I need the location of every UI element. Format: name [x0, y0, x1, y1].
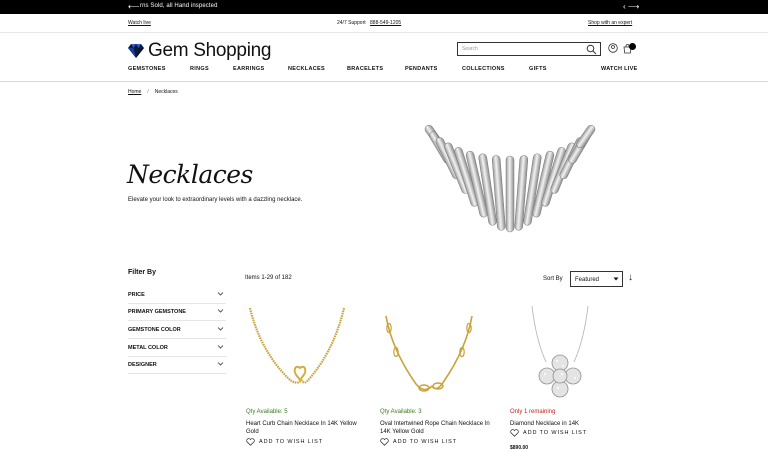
heart-icon [380, 438, 389, 446]
page-title: Necklaces [127, 160, 253, 189]
announcement-bar: ⟵ rns Sold, all Hand inspected ‹ ⟶ [0, 0, 768, 14]
chevron-down-icon [217, 345, 224, 349]
nav-earrings[interactable]: EARRINGS [233, 66, 264, 72]
prev-arrow-icon[interactable]: ⟵ [128, 2, 139, 11]
add-to-wishlist-button[interactable]: ADD TO WISH LIST [510, 429, 587, 437]
nav-gemstones[interactable]: GEMSTONES [128, 66, 166, 72]
heart-icon [510, 429, 519, 437]
filter-primary-gemstone[interactable]: PRIMARY GEMSTONE [128, 304, 226, 321]
utility-bar: Watch live 24/7 Support 888-549-1205 Sho… [0, 14, 768, 32]
chevron-down-icon [217, 309, 224, 313]
nav-collections[interactable]: COLLECTIONS [462, 66, 505, 72]
dropdown-arrow-icon [613, 277, 619, 281]
filter-metal-color[interactable]: METAL COLOR [128, 340, 226, 357]
sort-direction-icon[interactable]: ↓ [628, 272, 633, 284]
add-to-wishlist-button[interactable]: ADD TO WISH LIST [246, 438, 323, 446]
necklace-spike [505, 155, 515, 233]
search-placeholder: Search [462, 46, 478, 52]
breadcrumb: Home / Necklaces [128, 89, 178, 95]
product-price: $890.00 [510, 445, 529, 451]
chevron-down-icon [217, 292, 224, 296]
product-image[interactable] [510, 300, 630, 404]
availability-text: Only 1 remaining [510, 409, 556, 415]
announcement-text: rns Sold, all Hand inspected [140, 3, 218, 9]
add-to-wishlist-button[interactable]: ADD TO WISH LIST [380, 438, 457, 446]
watch-live-link[interactable]: Watch live [128, 20, 151, 26]
sort-select[interactable]: Featured [570, 271, 623, 287]
filter-label: PRICE [128, 292, 145, 298]
account-icon[interactable] [608, 43, 618, 53]
chevron-down-icon [217, 327, 224, 331]
availability-text: Qty Available: 5 [246, 409, 288, 415]
nav-necklaces[interactable]: NECKLACES [288, 66, 325, 72]
wishlist-label: ADD TO WISH LIST [259, 439, 324, 445]
chevron-down-icon [217, 362, 224, 366]
availability-text: Qty Available: 3 [380, 409, 422, 415]
logo[interactable]: Gem Shopping [128, 40, 271, 62]
filter-label: PRIMARY GEMSTONE [128, 309, 186, 315]
breadcrumb-separator: / [147, 89, 149, 95]
breadcrumb-home[interactable]: Home [128, 89, 141, 95]
page-subtitle: Elevate your look to extraordinary level… [128, 197, 303, 203]
product-image[interactable] [380, 300, 500, 404]
diamond-logo-icon [128, 44, 144, 58]
logo-text: Gem Shopping [148, 40, 272, 61]
sort-label: Sort By [543, 276, 563, 282]
site-header: Gem Shopping Search GEMSTONES RINGS EARR… [0, 32, 768, 82]
search-input[interactable]: Search [457, 42, 601, 56]
search-icon[interactable] [586, 44, 597, 55]
filter-label: DESIGNER [128, 362, 157, 368]
support-label: 24/7 Support [337, 20, 366, 26]
next-arrow-icon[interactable]: ‹ ⟶ [623, 2, 639, 11]
necklace-spike [576, 124, 596, 149]
items-count: Items 1-29 of 182 [245, 275, 292, 281]
nav-gifts[interactable]: GIFTS [529, 66, 547, 72]
support-phone-link[interactable]: 888-549-1205 [370, 20, 401, 26]
product-image[interactable] [246, 300, 366, 404]
support-info: 24/7 Support 888-549-1205 [337, 20, 401, 26]
heart-icon [246, 438, 255, 446]
main-nav: GEMSTONES RINGS EARRINGS NECKLACES BRACE… [0, 66, 768, 78]
wishlist-label: ADD TO WISH LIST [523, 430, 588, 436]
filter-designer[interactable]: DESIGNER [128, 357, 226, 374]
product-title[interactable]: Oval Intertwined Rope Chain Necklace In … [380, 420, 498, 436]
product-title[interactable]: Diamond Necklace in 14K [510, 420, 628, 428]
shop-with-expert-link[interactable]: Shop with an expert [588, 20, 632, 26]
filter-gemstone-color[interactable]: GEMSTONE COLOR [128, 322, 226, 339]
nav-watch-live[interactable]: WATCH LIVE [601, 66, 638, 72]
nav-rings[interactable]: RINGS [190, 66, 209, 72]
product-title[interactable]: Heart Curb Chain Necklace In 14K Yellow … [246, 420, 364, 436]
wishlist-label: ADD TO WISH LIST [393, 439, 458, 445]
filter-price[interactable]: PRICE [128, 287, 226, 304]
cart-badge [629, 43, 636, 50]
sort-value: Featured [575, 277, 600, 283]
nav-bracelets[interactable]: BRACELETS [347, 66, 383, 72]
filter-label: GEMSTONE COLOR [128, 327, 181, 333]
breadcrumb-current: Necklaces [154, 89, 178, 95]
hero-necklace-image [424, 124, 596, 233]
filter-label: METAL COLOR [128, 345, 168, 351]
filter-title: Filter By [128, 269, 157, 276]
nav-pendants[interactable]: PENDANTS [405, 66, 438, 72]
